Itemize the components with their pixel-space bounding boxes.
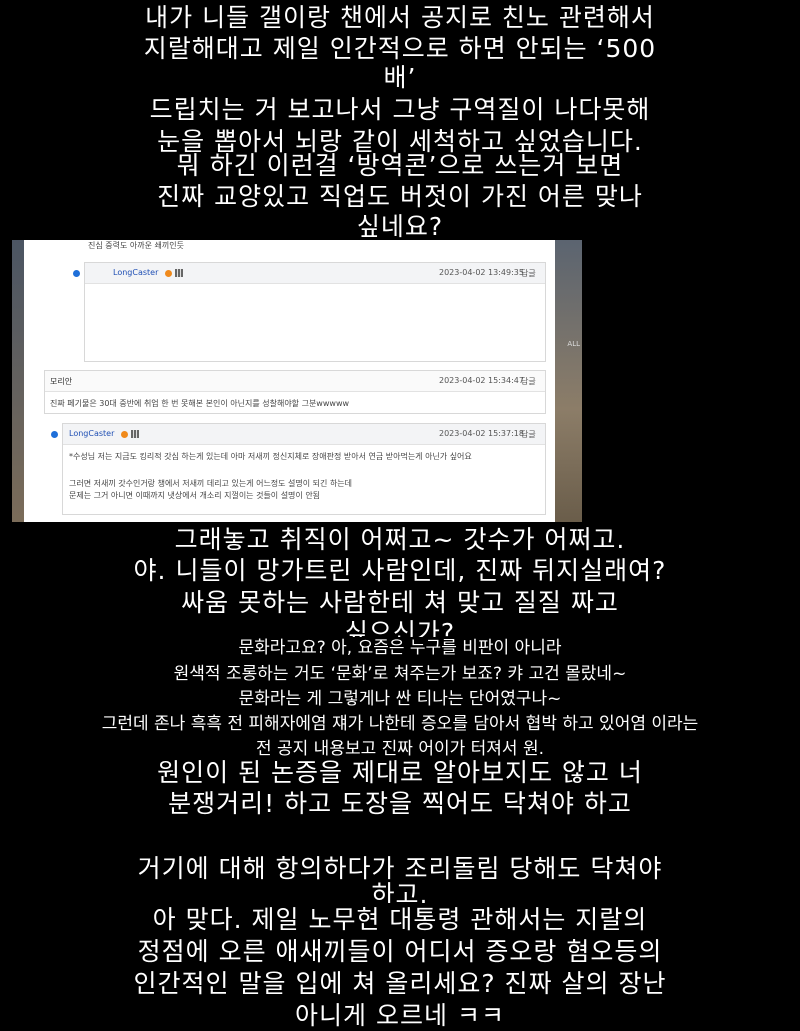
comment-body-line: 문제는 그거 아니면 이때까지 냇상에서 개소리 지껄이는 것들이 설명이 안됨: [69, 491, 321, 500]
grade-icon: [131, 430, 139, 438]
caption-line: 그런데 존나 흑흑 전 피해자에염 쟤가 나한테 증오를 담아서 협박 하고 있…: [101, 714, 699, 734]
comment-header: LongCaster 2023-04-02 15:37:18 답글: [51, 424, 545, 445]
reply-button[interactable]: 답글: [521, 268, 536, 279]
caption-line: 내가 니들 갤이랑 챈에서 공지로 친노 관련해서: [145, 3, 655, 32]
caption-line: 인간적인 말을 입에 쳐 올리세요? 진짜 살의 장난: [133, 969, 667, 998]
caption-line: 그래놓고 취직이 어쩌고~ 갓수가 어쩌고.: [174, 525, 626, 554]
reply-arrow-icon: [73, 270, 80, 277]
reply-button[interactable]: 답글: [521, 429, 536, 440]
caption-line: 지랄해대고 제일 인간적으로 하면 안되는 ‘500: [143, 34, 657, 63]
caption-line: 싶으신가?: [344, 618, 456, 637]
caption-line: 전 공지 내용보고 진짜 어이가 터져서 원.: [255, 739, 545, 756]
caption-line: 아 맞다. 제일 노무현 대통령 관해서는 지랄의: [152, 905, 648, 934]
caption-line: 진짜 교양있고 직업도 버젓이 가진 어른 맞나: [157, 182, 643, 211]
comment-author[interactable]: 모리안: [50, 376, 72, 387]
comment-timestamp: 2023-04-02 15:34:47: [439, 376, 524, 385]
badge-icon: [121, 431, 128, 438]
caption-line: 야. 니들이 망가트린 사람인데, 진짜 뒤지실래여?: [133, 556, 667, 585]
caption-line: 싶네요?: [356, 212, 444, 240]
comment-fragment: 진심 중력도 아까운 쇄끼인듯: [88, 241, 184, 250]
caption-line: 문화라고요? 아, 요즘은 누구를 비판이 아니라: [238, 638, 562, 658]
embedded-screenshot: ALL 진심 중력도 아까운 쇄끼인듯 LongCaster 2023-04-0…: [12, 240, 582, 522]
comment-body-line: 그러면 저새끼 갓수인거랑 챙에서 저새끼 데리고 있는게 어느정도 설명이 되…: [69, 479, 353, 488]
grade-icon: [175, 269, 183, 277]
comment-body-line: 진짜 페기물은 30대 중반에 취업 한 번 못해본 본인이 아닌지를 성찰해야…: [50, 399, 350, 408]
caption-line: 배’: [383, 63, 417, 92]
comment-author[interactable]: LongCaster: [69, 429, 114, 438]
caption-line: 분쟁거리! 하고 도장을 찍어도 닥쳐야 하고: [168, 789, 632, 818]
caption-line: 하고.: [371, 880, 429, 903]
caption-line: 정점에 오른 애새끼들이 어디서 증오랑 혐오등의: [137, 937, 663, 966]
background-landscape: [12, 240, 24, 522]
comment-panel: 진심 중력도 아까운 쇄끼인듯 LongCaster 2023-04-02 13…: [24, 240, 555, 522]
caption-line: 드립치는 거 보고나서 그냥 구역질이 나다못해: [149, 95, 651, 124]
comment-item: 모리안 2023-04-02 15:34:47 답글 진짜 페기물은 30대 중…: [44, 370, 546, 414]
background-landscape: [555, 240, 582, 522]
caption-line: 원인이 된 논증을 제대로 알아보지도 않고 너: [157, 758, 643, 787]
caption-line: 뭐 하긴 이런걸 ‘방역콘’으로 쓰는거 보면: [176, 151, 624, 180]
comment-author[interactable]: LongCaster: [113, 268, 158, 277]
comment-item: LongCaster 2023-04-02 15:37:18 답글 *수성님 저…: [51, 423, 546, 515]
comment-item: LongCaster 2023-04-02 13:49:35 답글: [73, 262, 546, 362]
caption-line: 싸움 못하는 사람한테 쳐 맞고 질질 짜고: [181, 588, 619, 617]
reply-arrow-icon: [51, 431, 58, 438]
comment-header: 모리안 2023-04-02 15:34:47 답글: [45, 371, 545, 392]
comment-body-line: *수성님 저는 지금도 킹리적 갓심 하는게 있는데 아마 저새끼 정신지체로 …: [69, 452, 472, 461]
comment-timestamp: 2023-04-02 13:49:35: [439, 268, 524, 277]
caption-line: 아니게 오르네 ㅋㅋ: [295, 1001, 505, 1030]
caption-line: 원색적 조롱하는 거도 ‘문화’로 쳐주는가 보죠? 캬 고건 몰랐네~: [173, 664, 627, 684]
badge-icon: [165, 270, 172, 277]
reply-button[interactable]: 답글: [521, 376, 536, 387]
comment-header: LongCaster 2023-04-02 13:49:35 답글: [73, 263, 545, 284]
side-label: ALL: [567, 340, 580, 348]
caption-line: 문화라는 게 그렇게나 싼 티나는 단어였구나~: [238, 689, 562, 709]
comment-timestamp: 2023-04-02 15:37:18: [439, 429, 524, 438]
